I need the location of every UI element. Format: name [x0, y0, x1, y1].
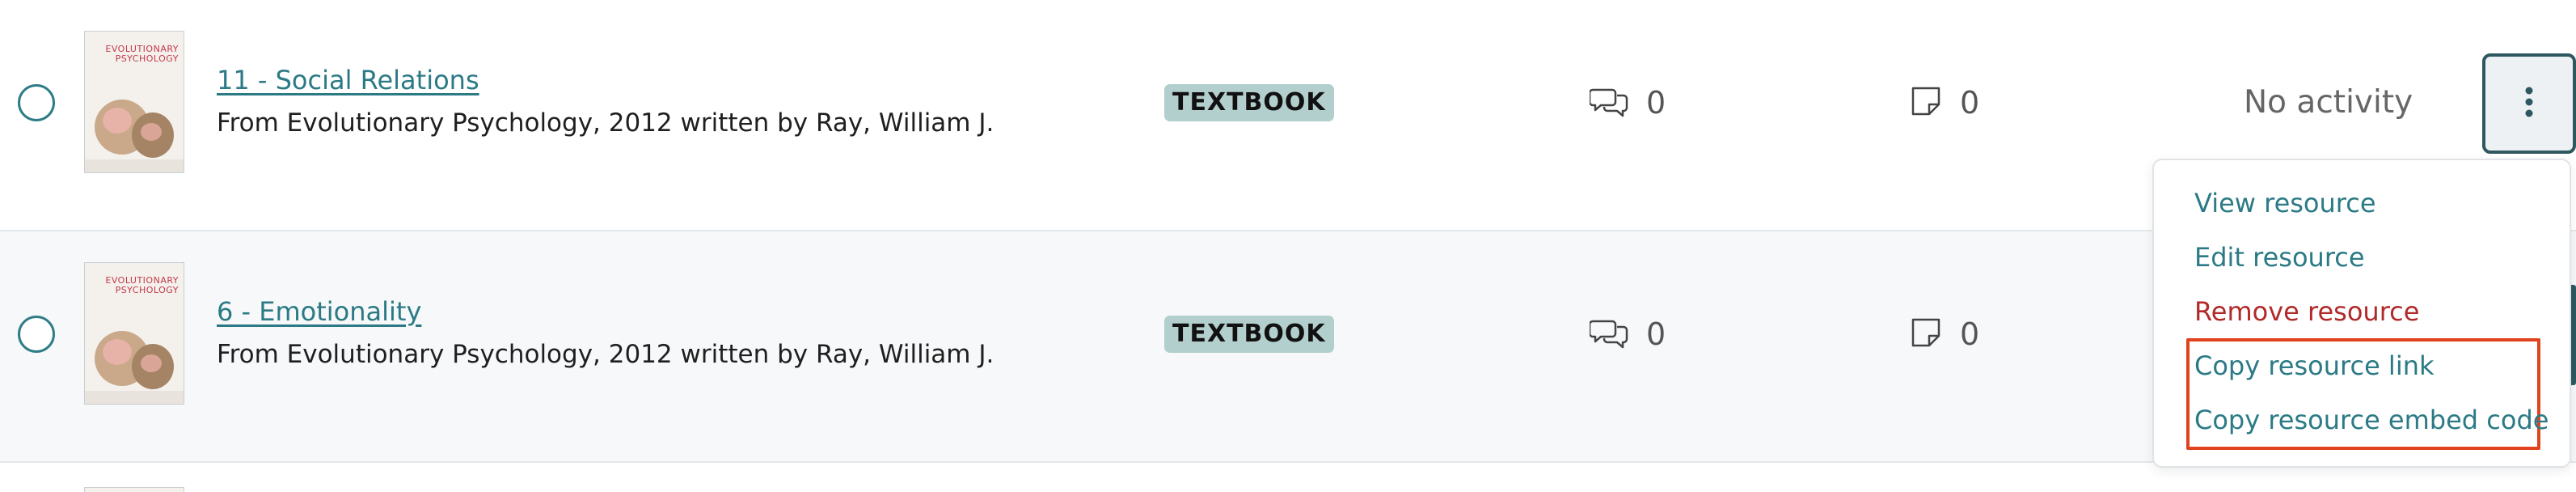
- menu-item-edit-resource[interactable]: Edit resource: [2194, 242, 2365, 273]
- resource-title-link[interactable]: 6 - Emotionality: [217, 296, 421, 327]
- note-icon: [1910, 85, 1942, 121]
- cover-title: EVOLUTIONARY PSYCHOLOGY: [105, 44, 179, 64]
- book-cover-thumbnail[interactable]: EVOLUTIONARY PSYCHOLOGY: [84, 31, 184, 173]
- menu-item-copy-embed-code[interactable]: Copy resource embed code: [2194, 405, 2549, 435]
- notes-count: 0: [1910, 316, 1979, 353]
- type-badge: TEXTBOOK: [1164, 316, 1334, 353]
- comments-count: 0: [1588, 316, 1666, 353]
- notes-count: 0: [1910, 84, 1979, 121]
- note-icon: [1910, 316, 1942, 352]
- notes-number: 0: [1960, 85, 1980, 121]
- more-actions-button[interactable]: [2482, 53, 2576, 154]
- menu-item-remove-resource[interactable]: Remove resource: [2194, 296, 2419, 327]
- comments-icon: [1588, 316, 1628, 352]
- notes-number: 0: [1960, 316, 1980, 352]
- kebab-more-icon: [2524, 86, 2534, 121]
- comments-icon: [1588, 85, 1628, 121]
- type-badge: TEXTBOOK: [1164, 84, 1334, 121]
- comments-count: 0: [1588, 84, 1666, 121]
- resource-source: From Evolutionary Psychology, 2012 writt…: [217, 340, 995, 369]
- comments-number: 0: [1646, 85, 1666, 121]
- resource-title-link[interactable]: 11 - Social Relations: [217, 65, 479, 95]
- select-radio[interactable]: [18, 316, 55, 353]
- book-cover-thumbnail[interactable]: [84, 487, 184, 492]
- menu-item-copy-resource-link[interactable]: Copy resource link: [2194, 350, 2435, 381]
- menu-item-view-resource[interactable]: View resource: [2194, 188, 2376, 218]
- resource-source: From Evolutionary Psychology, 2012 writt…: [217, 108, 995, 138]
- resource-actions-menu: View resource Edit resource Remove resou…: [2152, 159, 2571, 468]
- book-cover-thumbnail[interactable]: EVOLUTIONARY PSYCHOLOGY: [84, 262, 184, 405]
- cover-title: EVOLUTIONARY PSYCHOLOGY: [105, 275, 179, 295]
- comments-number: 0: [1646, 316, 1666, 352]
- select-radio[interactable]: [18, 84, 55, 121]
- activity-status: No activity: [2244, 84, 2413, 121]
